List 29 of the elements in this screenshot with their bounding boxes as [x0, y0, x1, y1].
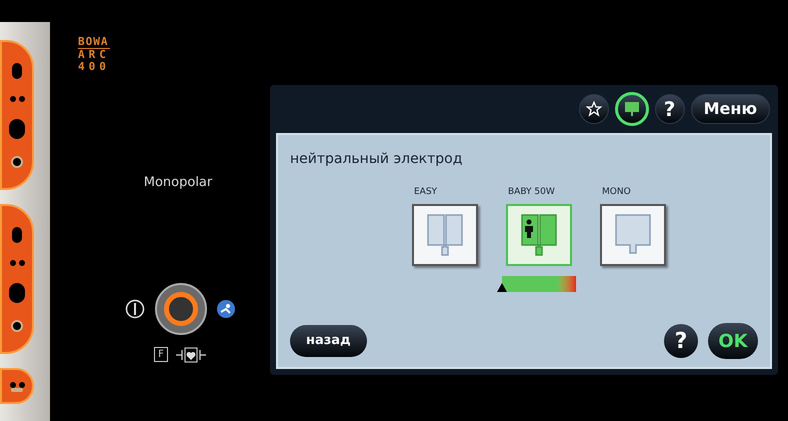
heart-symbol-icon	[176, 346, 206, 362]
split-pad-icon	[426, 212, 464, 256]
star-icon	[586, 101, 602, 117]
ok-button[interactable]: OK	[708, 323, 758, 359]
electrode-label: EASY	[414, 186, 438, 199]
electrode-button[interactable]	[614, 92, 649, 126]
pad-icon	[624, 101, 640, 117]
socket-panel	[0, 368, 34, 404]
electrode-label: MONO	[602, 186, 631, 199]
help-button[interactable]: ?	[654, 94, 685, 124]
help-button[interactable]: ?	[664, 324, 698, 358]
patient-icon	[217, 300, 235, 318]
symbol-label: F	[154, 347, 168, 362]
menu-button[interactable]: Меню	[690, 94, 770, 124]
electrode-option[interactable]	[506, 204, 572, 266]
mode-label: Monopolar	[144, 174, 212, 192]
logo-brand: BOWA	[78, 36, 110, 49]
baby-pad-icon	[520, 212, 558, 256]
single-pad-icon	[614, 212, 652, 256]
power-button[interactable]	[155, 282, 207, 334]
electrode-option[interactable]	[412, 204, 478, 266]
electrode-label: BABY 50W	[508, 186, 555, 199]
favorite-button[interactable]	[578, 94, 609, 124]
logo-number: 400	[78, 61, 110, 73]
back-button[interactable]: назад	[290, 325, 367, 357]
logo-model: ARC	[78, 49, 110, 61]
electrode-option[interactable]	[600, 204, 666, 266]
power-icon	[125, 298, 145, 318]
dialog-title: нейтральный электрод	[290, 150, 464, 169]
